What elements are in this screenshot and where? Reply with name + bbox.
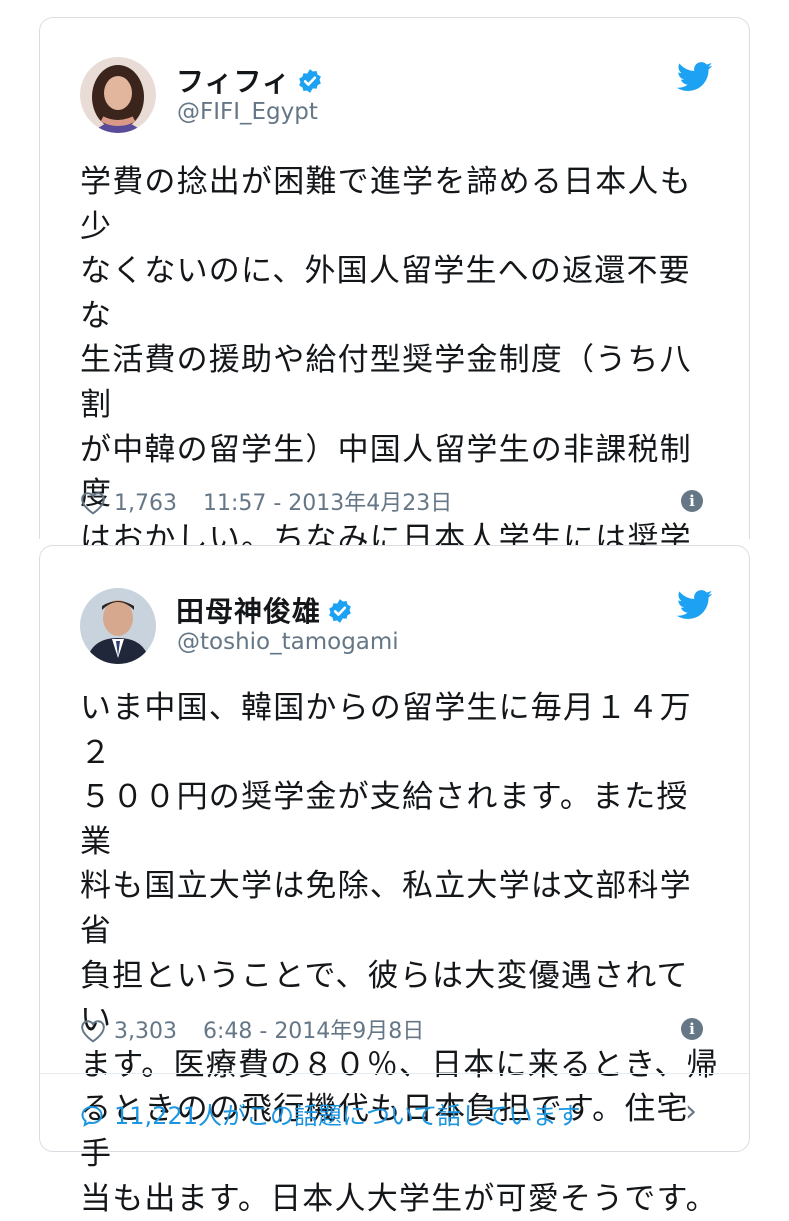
- verified-badge-icon: [299, 69, 321, 93]
- like-count[interactable]: 3,303: [114, 1019, 177, 1044]
- chevron-right-icon[interactable]: ›: [685, 1094, 697, 1129]
- display-name-text[interactable]: 田母神俊雄: [176, 595, 321, 628]
- tweet-card-tamogami[interactable]: 田母神俊雄 @toshio_tamogami いま中国、韓国からの留学生に毎月１…: [39, 545, 750, 1217]
- user-handle[interactable]: @toshio_tamogami: [177, 629, 399, 655]
- display-name[interactable]: 田母神俊雄: [176, 590, 353, 630]
- tweet-timestamp[interactable]: 6:48 - 2014年9月8日: [203, 1019, 424, 1044]
- divider: [40, 1073, 749, 1074]
- twitter-bird-icon[interactable]: [677, 590, 713, 620]
- info-icon[interactable]: i: [681, 490, 703, 512]
- avatar[interactable]: [80, 588, 156, 664]
- avatar-image: [80, 57, 156, 133]
- tweet-timestamp[interactable]: 11:57 - 2013年4月23日: [203, 491, 452, 516]
- info-icon[interactable]: i: [681, 1018, 703, 1040]
- tweet-text: いま中国、韓国からの留学生に毎月１４万２ ５００円の奨学金が支給されます。また授…: [80, 690, 719, 1217]
- like-count[interactable]: 1,763: [114, 491, 177, 516]
- tweet-meta: 3,303 6:48 - 2014年9月8日: [80, 1013, 424, 1045]
- user-handle[interactable]: @FIFI_Egypt: [177, 99, 318, 125]
- heart-icon[interactable]: [80, 491, 106, 515]
- display-name-text[interactable]: フィフィ: [176, 65, 291, 98]
- twitter-bird-icon[interactable]: [677, 62, 713, 92]
- avatar-image: [80, 588, 156, 664]
- tweet-meta: 1,763 11:57 - 2013年4月23日: [80, 485, 452, 517]
- heart-icon[interactable]: [80, 1019, 106, 1043]
- conversation-label[interactable]: 11,221人がこの話題について話しています: [114, 1102, 581, 1130]
- speech-bubble-icon: [81, 1105, 103, 1127]
- conversation-link[interactable]: 11,221人がこの話題について話しています: [80, 1096, 581, 1131]
- avatar[interactable]: [80, 57, 156, 133]
- tweet-card-fifi[interactable]: フィフィ @FIFI_Egypt 学費の捻出が困難で進学を諦める日本人も少 なく…: [39, 17, 750, 780]
- verified-badge-icon: [329, 599, 351, 623]
- display-name[interactable]: フィフィ: [176, 60, 323, 100]
